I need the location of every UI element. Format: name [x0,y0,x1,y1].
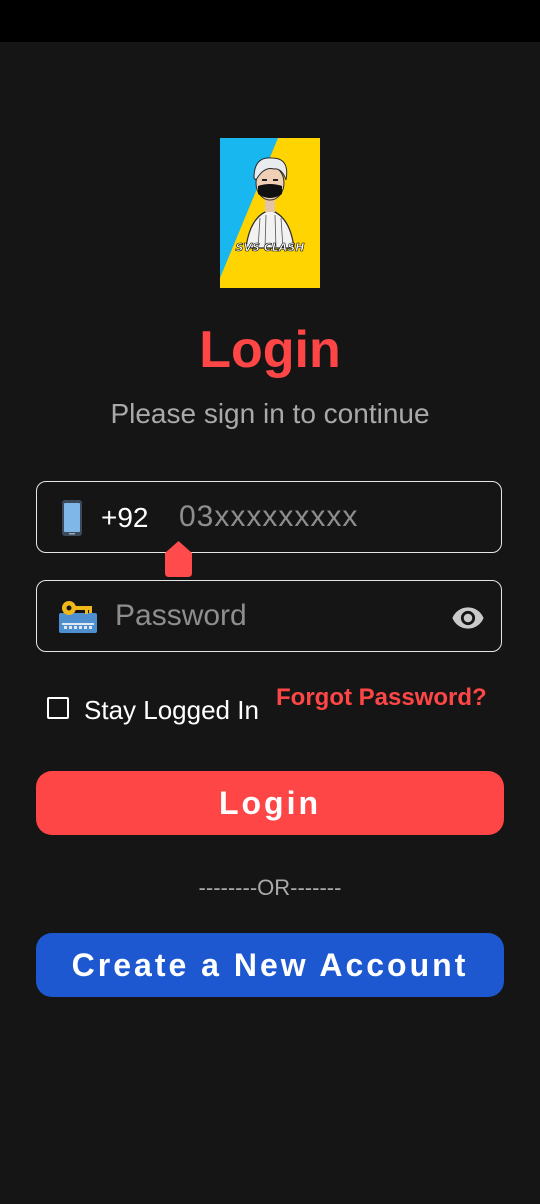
stay-logged-in-label[interactable]: Stay Logged In [84,692,259,728]
phone-icon [57,500,97,536]
password-field[interactable] [36,580,502,652]
key-icon [59,599,99,635]
forgot-password-link[interactable]: Forgot Password? [276,681,487,715]
status-bar [0,0,540,42]
stay-logged-in-checkbox[interactable] [47,697,69,719]
page-title: Login [199,321,341,379]
phone-field[interactable]: +92 [36,481,502,553]
logo-text: SVS CLASH [236,241,305,254]
password-input[interactable] [115,595,435,637]
logo-artwork: SVS CLASH [220,138,320,288]
page-subtitle: Please sign in to continue [110,398,430,429]
country-code[interactable]: +92 [101,498,149,538]
text-cursor-handle[interactable] [165,541,192,577]
phone-input[interactable] [179,496,479,538]
or-separator: --------OR------- [198,875,342,900]
eye-icon[interactable] [451,601,485,635]
create-account-button[interactable]: Create a New Account [36,933,504,997]
login-button[interactable]: Login [36,771,504,835]
app-logo: SVS CLASH [220,138,320,288]
